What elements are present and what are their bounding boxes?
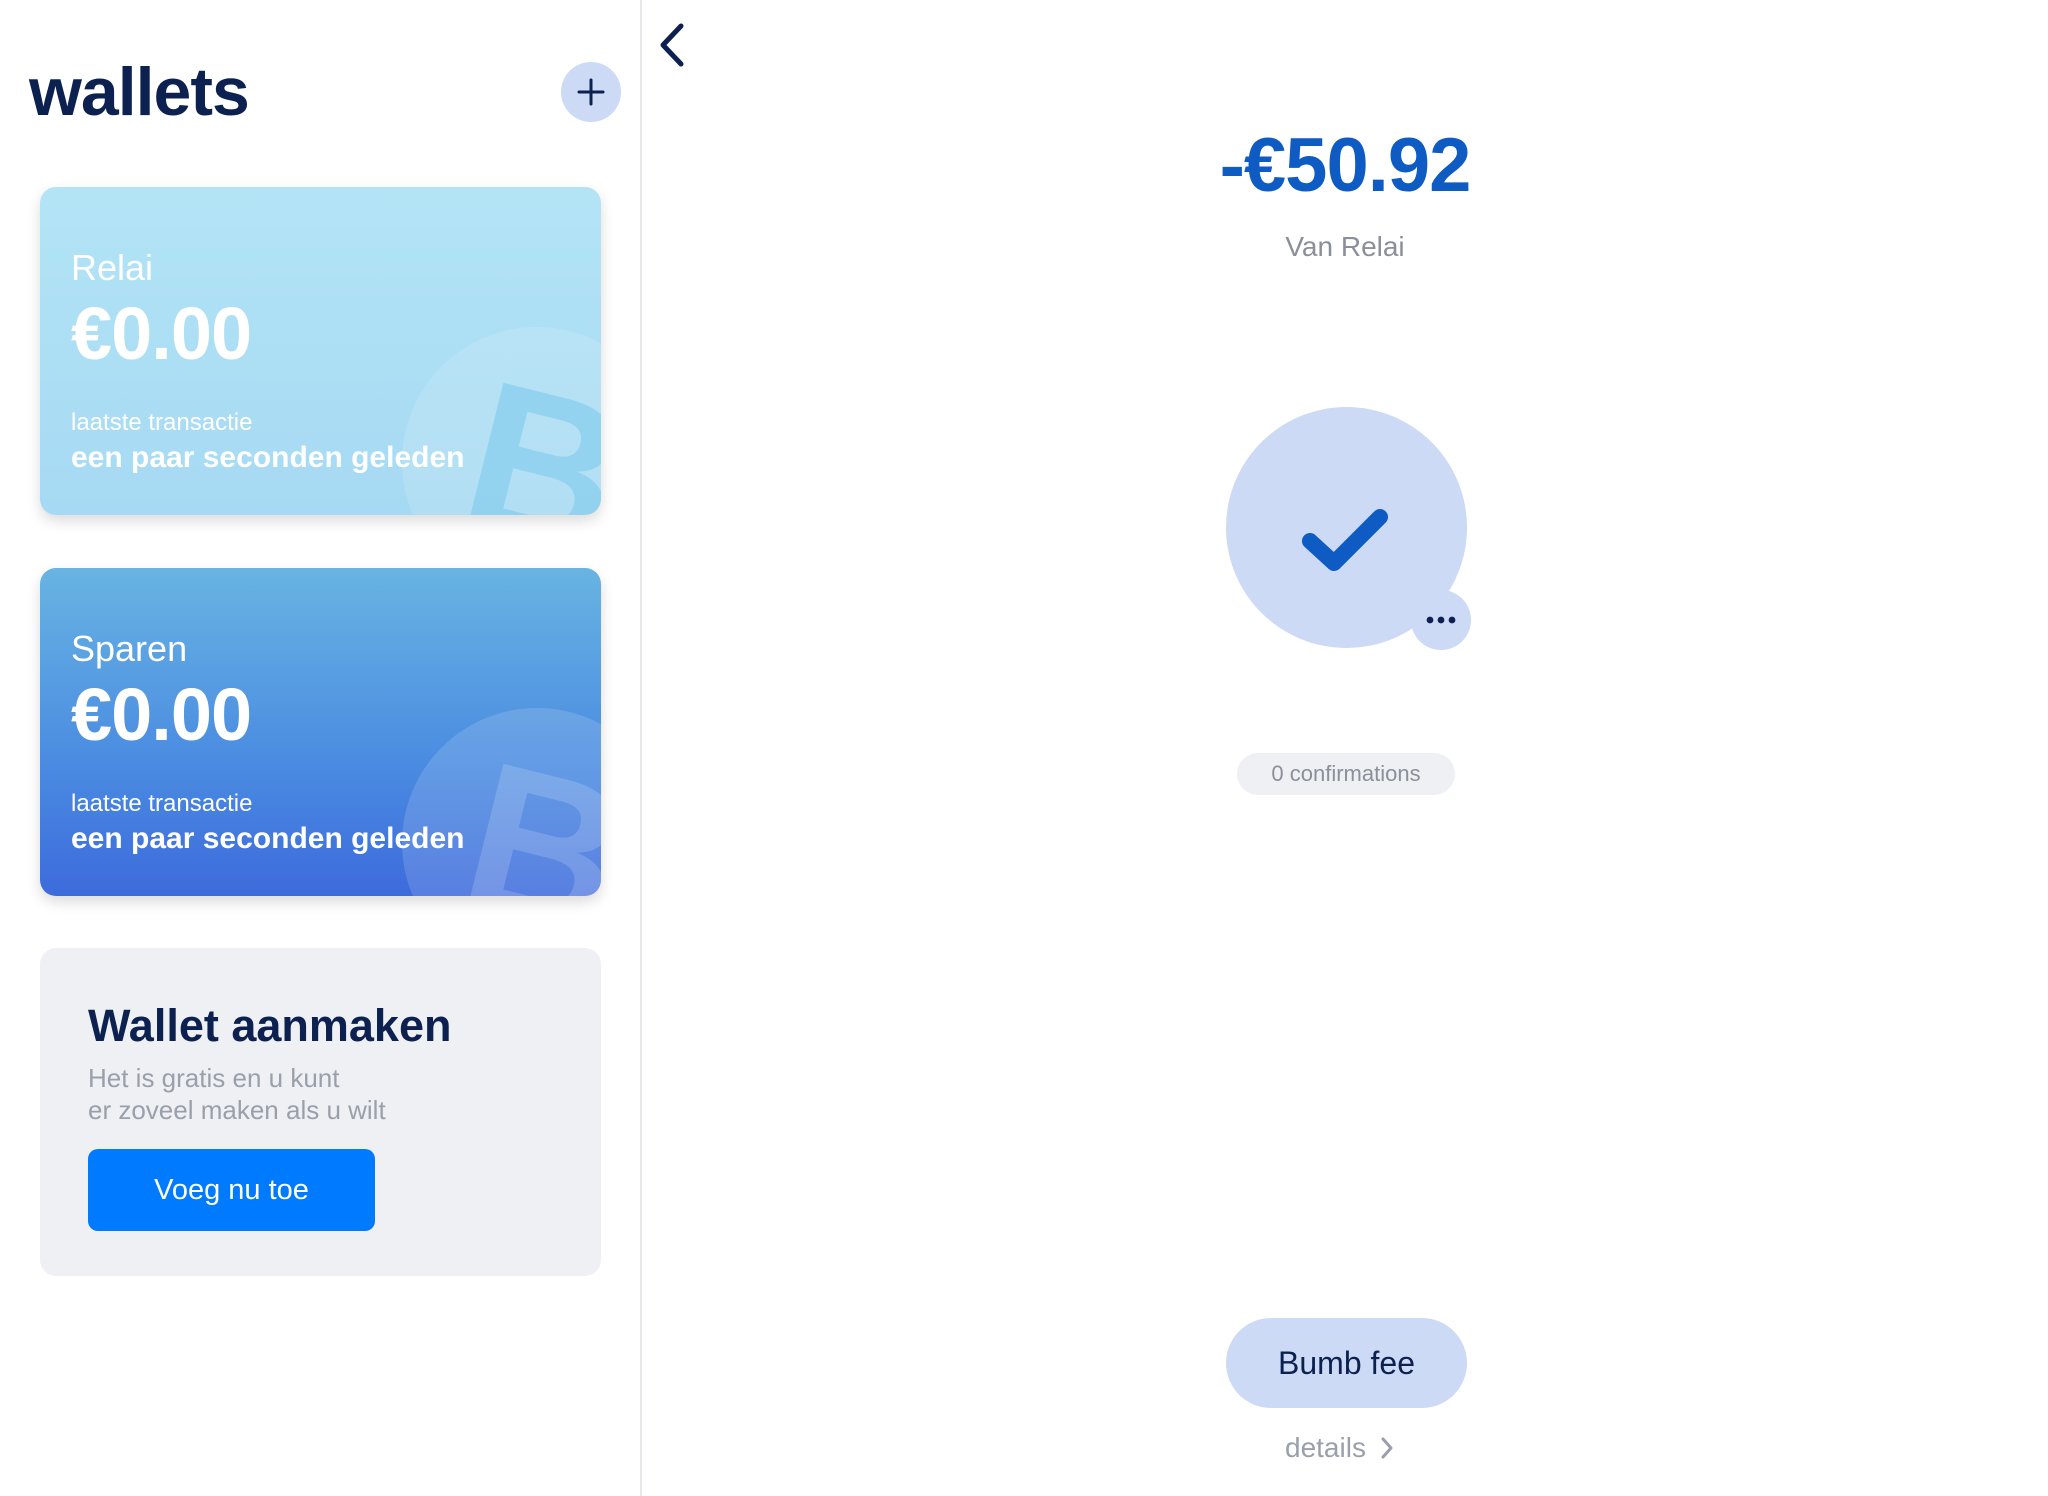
wallets-pane: wallets B Relai €0.00 laatste transactie… <box>0 0 640 1496</box>
transaction-amount: -€50.92 <box>1219 123 1472 208</box>
create-wallet-card: Wallet aanmaken Het is gratis en u kunt … <box>40 948 601 1276</box>
description-line: er zoveel maken als u wilt <box>88 1095 386 1125</box>
back-button[interactable] <box>655 20 691 70</box>
pane-divider <box>640 0 642 1496</box>
chevron-right-icon <box>1381 1437 1393 1459</box>
plus-icon <box>577 78 605 106</box>
wallet-name: Sparen <box>71 628 188 669</box>
page-title: wallets <box>29 54 250 130</box>
create-wallet-title: Wallet aanmaken <box>88 1000 452 1051</box>
last-transaction-time: een paar seconden geleden <box>71 822 465 855</box>
last-transaction-time: een paar seconden geleden <box>71 441 465 474</box>
details-link[interactable]: details <box>1285 1428 1394 1468</box>
checkmark-icon <box>1302 509 1388 571</box>
wallet-card-sparen[interactable]: B Sparen €0.00 laatste transactie een pa… <box>40 568 601 896</box>
confirmations-badge: 0 confirmations <box>1237 753 1455 795</box>
last-transaction-label: laatste transactie <box>71 409 253 436</box>
create-wallet-description: Het is gratis en u kunt er zoveel maken … <box>88 1062 386 1126</box>
wallet-balance: €0.00 <box>71 673 252 756</box>
pending-badge <box>1411 590 1471 650</box>
bump-fee-button[interactable]: Bumb fee <box>1226 1318 1467 1408</box>
wallet-card-relai[interactable]: B Relai €0.00 laatste transactie een paa… <box>40 187 601 515</box>
wallet-balance: €0.00 <box>71 292 252 375</box>
add-wallet-button[interactable] <box>561 62 621 122</box>
details-label: details <box>1285 1432 1366 1463</box>
add-now-button[interactable]: Voeg nu toe <box>88 1149 375 1231</box>
chevron-left-icon <box>660 23 684 67</box>
last-transaction-label: laatste transactie <box>71 790 253 817</box>
wallet-name: Relai <box>71 247 154 288</box>
description-line: Het is gratis en u kunt <box>88 1063 340 1093</box>
more-dots-icon <box>1426 616 1456 624</box>
transaction-source: Van Relai <box>1285 231 1405 262</box>
